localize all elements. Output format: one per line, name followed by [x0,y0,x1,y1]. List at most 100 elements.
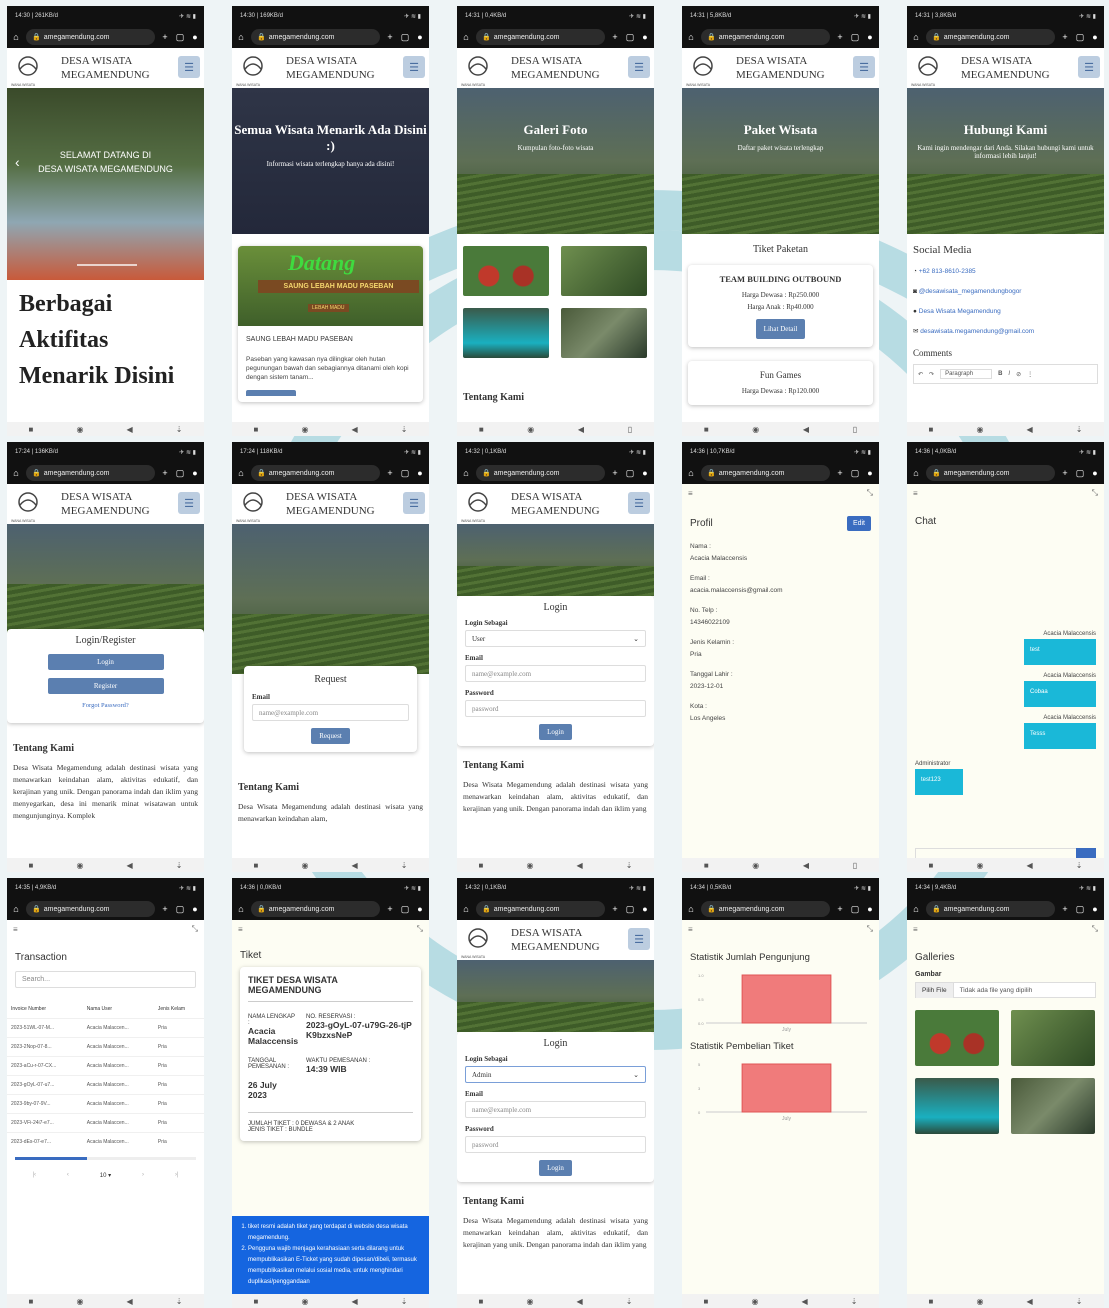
url-bar[interactable]: 🔒 amegamendung.com [251,465,380,481]
tabs-icon[interactable]: ▢ [625,468,635,479]
paragraph-select[interactable]: Paragraph [940,369,993,379]
menu-icon[interactable]: ● [190,32,200,42]
chevron-left-icon[interactable]: ‹ [15,154,20,170]
url-bar[interactable]: 🔒 amegamendung.com [701,901,830,917]
new-tab-icon[interactable]: + [610,32,620,42]
url-bar[interactable]: 🔒 amegamendung.com [926,29,1055,45]
home-icon[interactable]: ⌂ [11,32,21,42]
logo[interactable]: WANA WISATA [11,55,41,87]
gallery-image[interactable] [463,308,549,358]
hamburger-button[interactable]: ☰ [628,492,650,514]
logo[interactable]: WANA WISATA [461,927,491,959]
logo[interactable]: WANA WISATA [236,55,266,87]
menu-icon[interactable]: ● [640,32,650,42]
hamburger-button[interactable]: ☰ [628,928,650,950]
url-bar[interactable]: 🔒 amegamendung.com [476,901,605,917]
table-row[interactable]: 2023-dEs-07-e7... Acacia Malaccen... Pria [7,1132,204,1151]
table-row[interactable]: 2023-51WL-07-M... Acacia Malaccen... Pria [7,1018,204,1038]
new-tab-icon[interactable]: + [1060,32,1070,42]
home-icon[interactable]: ⌂ [686,32,696,42]
menu-toggle-icon[interactable]: ≡ [13,925,18,934]
expand-icon[interactable]: ⤡ [417,924,423,934]
login-button[interactable]: Login [539,724,572,740]
url-bar[interactable]: 🔒 amegamendung.com [926,901,1055,917]
home-icon[interactable]: ⌂ [236,904,246,914]
new-tab-icon[interactable]: + [610,468,620,478]
menu-icon[interactable]: ● [1090,32,1100,42]
password-input[interactable]: password [465,1136,646,1153]
hamburger-button[interactable]: ☰ [403,492,425,514]
url-bar[interactable]: 🔒 amegamendung.com [701,29,830,45]
menu-icon[interactable]: ● [1090,468,1100,478]
undo-icon[interactable]: ↶ [918,371,923,378]
logo[interactable]: WANA WISATA [11,491,41,523]
email-input[interactable]: name@example.com [252,704,409,721]
url-bar[interactable]: 🔒 amegamendung.com [701,465,830,481]
expand-icon[interactable]: ⤡ [867,924,873,934]
logo[interactable]: WANA WISATA [461,491,491,523]
new-tab-icon[interactable]: + [835,904,845,914]
new-tab-icon[interactable]: + [385,904,395,914]
gallery-image[interactable] [915,1010,999,1066]
menu-icon[interactable]: ● [190,468,200,478]
home-icon[interactable]: ⌂ [686,904,696,914]
edit-button[interactable]: Edit [846,516,871,531]
instagram-link[interactable]: ◙ @desawisata_megamendungbogor [913,282,1098,302]
new-tab-icon[interactable]: + [385,468,395,478]
tabs-icon[interactable]: ▢ [1075,32,1085,43]
home-icon[interactable]: ⌂ [911,32,921,42]
scrollbar[interactable] [15,1157,196,1160]
italic-icon[interactable]: I [1008,371,1010,377]
forgot-password-link[interactable]: Forgot Password? [15,702,196,709]
new-tab-icon[interactable]: + [1060,468,1070,478]
home-icon[interactable]: ⌂ [236,468,246,478]
hamburger-button[interactable]: ☰ [178,56,200,78]
login-button[interactable]: Login [47,654,164,670]
role-select[interactable]: Admin ⌄ [465,1066,646,1083]
home-icon[interactable]: ⌂ [11,468,21,478]
menu-toggle-icon[interactable]: ≡ [688,489,693,498]
chat-input[interactable] [915,848,1096,858]
whatsapp-link[interactable]: ◔ +62 813-8610-2385 [913,262,1098,282]
tabs-icon[interactable]: ▢ [400,468,410,479]
login-button[interactable]: Login [539,1160,572,1176]
gallery-image[interactable] [1011,1078,1095,1134]
tabs-icon[interactable]: ▢ [400,904,410,915]
new-tab-icon[interactable]: + [160,904,170,914]
expand-icon[interactable]: ⤡ [192,924,198,934]
hamburger-button[interactable]: ☰ [1078,56,1100,78]
menu-icon[interactable]: ● [415,904,425,914]
table-row[interactable]: 2023-VFi-24i7-e7... Acacia Malaccen... Pri… [7,1113,204,1133]
expand-icon[interactable]: ⤡ [1092,488,1098,498]
email-link[interactable]: ✉ desawisata.megamendung@gmail.com [913,322,1098,342]
more-icon[interactable]: ⋮ [1027,371,1033,378]
tabs-icon[interactable]: ▢ [625,904,635,915]
hamburger-button[interactable]: ☰ [403,56,425,78]
menu-icon[interactable]: ● [640,468,650,478]
carousel-indicator[interactable] [77,264,137,266]
chart-bar[interactable] [741,1063,832,1113]
tabs-icon[interactable]: ▢ [1075,468,1085,479]
send-button[interactable] [1076,848,1096,858]
email-input[interactable]: name@example.com [465,1101,646,1118]
gallery-image[interactable] [561,246,647,296]
menu-icon[interactable]: ● [865,904,875,914]
menu-toggle-icon[interactable]: ≡ [238,925,243,934]
url-bar[interactable]: 🔒 amegamendung.com [26,29,155,45]
new-tab-icon[interactable]: + [1060,904,1070,914]
menu-toggle-icon[interactable]: ≡ [913,489,918,498]
url-bar[interactable]: 🔒 amegamendung.com [26,465,155,481]
new-tab-icon[interactable]: + [610,904,620,914]
home-icon[interactable]: ⌂ [461,904,471,914]
menu-icon[interactable]: ● [415,468,425,478]
menu-icon[interactable]: ● [640,904,650,914]
menu-toggle-icon[interactable]: ≡ [913,925,918,934]
bold-icon[interactable]: B [998,371,1002,377]
table-row[interactable]: 2023-9by-07-9V... Acacia Malaccen... Pria [7,1094,204,1114]
logo[interactable]: WANA WISATA [461,55,491,87]
read-more-button[interactable] [246,390,296,396]
facebook-link[interactable]: ● Desa Wisata Megamendung [913,302,1098,322]
new-tab-icon[interactable]: + [835,32,845,42]
tabs-icon[interactable]: ▢ [175,468,185,479]
url-bar[interactable]: 🔒 amegamendung.com [476,465,605,481]
